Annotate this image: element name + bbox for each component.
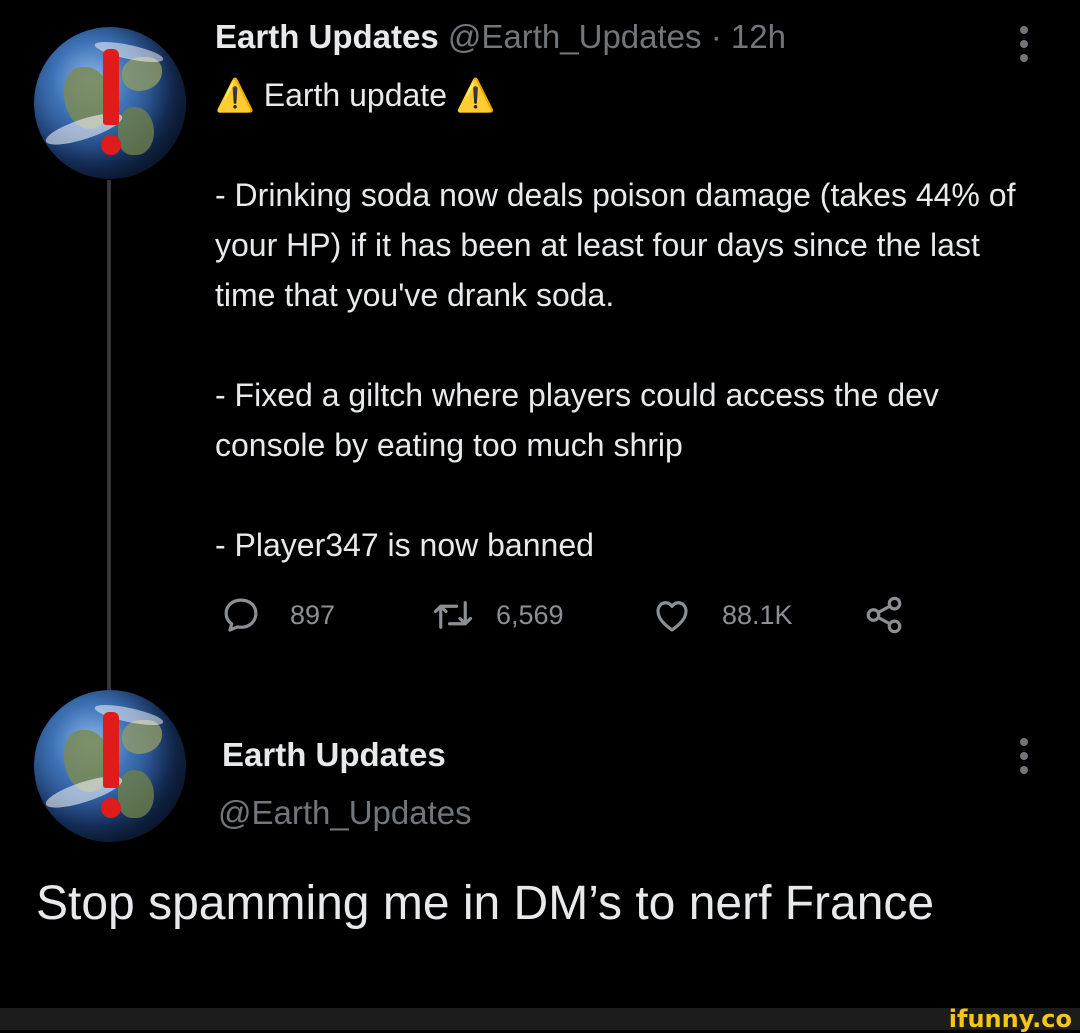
tweet-header: Earth Updates @Earth_Updates · 12h <box>215 18 786 56</box>
retweet-icon <box>433 601 473 629</box>
reply-count: 897 <box>290 599 336 630</box>
reply-text: Stop spamming me in DM’s to nerf France <box>36 877 935 930</box>
tweet-paragraph: - Player347 is now banned <box>215 527 594 563</box>
watermark-bar: ifunny.co <box>0 1005 1080 1033</box>
avatar[interactable] <box>34 27 186 179</box>
tweet-paragraph: - Drinking soda now deals poison damage … <box>215 177 1016 313</box>
exclamation-icon <box>100 49 122 159</box>
more-icon[interactable] <box>1020 26 1030 68</box>
reply-author-name[interactable]: Earth Updates <box>222 736 446 774</box>
tweet-line-1: ⚠️ Earth update ⚠️ <box>215 77 496 113</box>
author-handle[interactable]: @Earth_Updates <box>448 18 702 55</box>
like-icon <box>656 601 688 632</box>
timestamp[interactable]: 12h <box>731 18 786 55</box>
share-icon <box>866 596 902 634</box>
author-name[interactable]: Earth Updates <box>215 18 439 55</box>
separator: · <box>710 18 722 55</box>
tweet-text: ⚠️ Earth update ⚠️ - Drinking soda now d… <box>215 70 1035 570</box>
watermark: ifunny.co <box>948 1005 1072 1033</box>
like-count: 88.1K <box>722 599 793 630</box>
like-button[interactable]: 88.1K <box>650 594 793 636</box>
retweet-button[interactable]: 6,569 <box>430 594 564 636</box>
avatar[interactable] <box>34 690 186 842</box>
share-button[interactable] <box>862 594 906 636</box>
tweet-paragraph: - Fixed a giltch where players could acc… <box>215 377 939 463</box>
exclamation-icon <box>100 712 122 822</box>
retweet-count: 6,569 <box>496 599 564 630</box>
reply-button[interactable]: 897 <box>220 594 335 636</box>
reply-author-handle[interactable]: @Earth_Updates <box>218 794 472 832</box>
reply-icon <box>224 598 258 632</box>
thread-line <box>107 180 111 700</box>
more-icon[interactable] <box>1020 738 1030 780</box>
